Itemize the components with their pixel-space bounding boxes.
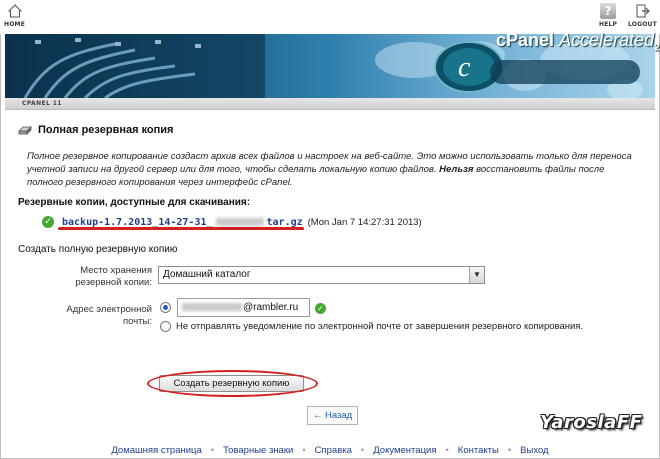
backup-date: (Mon Jan 7 14:27:31 2013) bbox=[307, 216, 422, 228]
footer-separator: • bbox=[360, 444, 365, 456]
email-label: Адрес электронной почты: bbox=[66, 304, 152, 327]
help-icon: ? bbox=[600, 3, 617, 19]
location-label: Место хранения резервной копии: bbox=[75, 265, 152, 288]
logout-nav[interactable]: LOGOUT bbox=[628, 3, 657, 28]
logout-icon bbox=[634, 3, 651, 19]
backup-location-select[interactable]: Домашний каталог ▼ bbox=[158, 266, 485, 284]
footer-links: Домашняя страница • Товарные знаки • Спр… bbox=[0, 441, 660, 459]
page-heading: Полная резервная копия bbox=[18, 124, 173, 136]
footer-link-logout[interactable]: Выход bbox=[520, 445, 548, 456]
cpanel-version-label: CPANEL 11 bbox=[22, 100, 62, 107]
backup-file-suffix: tar.gz bbox=[266, 216, 303, 228]
email-field[interactable]: @rambler.ru bbox=[177, 298, 310, 317]
backup-file-prefix: backup-1.7.2013_14-27-31_ bbox=[62, 216, 213, 228]
footer-link-docs[interactable]: Документация bbox=[373, 445, 436, 456]
cpanel-logo: cPanel Accelerated2 bbox=[496, 30, 660, 54]
network-cables-graphic bbox=[5, 34, 265, 98]
no-notify-radio[interactable] bbox=[160, 321, 171, 332]
home-label: HOME bbox=[4, 21, 25, 28]
backup-drive-icon bbox=[18, 126, 32, 135]
home-icon bbox=[6, 3, 23, 19]
footer-link-home[interactable]: Домашняя страница bbox=[111, 445, 201, 456]
page-description: Полное резервное копирование создаст арх… bbox=[27, 150, 639, 189]
create-backup-button[interactable]: Создать резервную копию bbox=[159, 375, 304, 392]
no-notify-label: Не отправлять уведомление по электронной… bbox=[176, 321, 584, 332]
help-nav[interactable]: ? HELP bbox=[599, 3, 617, 28]
svg-text:c: c bbox=[458, 52, 471, 83]
backup-ready-check-icon: ✓ bbox=[42, 216, 54, 228]
redacted-email-user bbox=[182, 303, 242, 312]
backup-download-link[interactable]: backup-1.7.2013_14-27-31_ tar.gz bbox=[62, 217, 303, 228]
logo-accelerated-text: Accelerated bbox=[559, 30, 655, 50]
create-backup-title: Создать полную резервную копию bbox=[18, 244, 178, 255]
footer-link-help[interactable]: Справка bbox=[315, 445, 352, 456]
footer-separator: • bbox=[507, 444, 512, 456]
available-backups-title: Резервные копии, доступные для скачивани… bbox=[18, 197, 251, 208]
footer-link-contacts[interactable]: Контакты bbox=[458, 445, 499, 456]
logout-label: LOGOUT bbox=[628, 21, 657, 28]
backup-location-value: Домашний каталог bbox=[163, 269, 251, 280]
logo-version-text: 2 bbox=[654, 42, 660, 54]
footer-separator: • bbox=[210, 444, 215, 456]
help-label: HELP bbox=[599, 21, 618, 28]
top-bar: HOME ? HELP LOGOUT bbox=[0, 0, 660, 34]
watermark: YaroslaFF bbox=[540, 412, 643, 433]
footer-separator: • bbox=[302, 444, 306, 456]
email-notify-radio[interactable] bbox=[160, 302, 171, 313]
nav-strip bbox=[5, 98, 655, 110]
email-valid-check-icon: ✓ bbox=[315, 303, 326, 314]
description-bold: Нельзя bbox=[439, 164, 474, 175]
email-domain: @rambler.ru bbox=[243, 302, 299, 313]
chevron-down-icon[interactable]: ▼ bbox=[469, 267, 484, 283]
back-button[interactable]: ← Назад bbox=[307, 406, 358, 425]
highlight-underline bbox=[58, 227, 304, 230]
logo-cpanel-text: cPanel bbox=[496, 30, 555, 50]
footer-link-trademarks[interactable]: Товарные знаки bbox=[223, 445, 293, 456]
page-title: Полная резервная копия bbox=[38, 124, 174, 136]
home-nav[interactable]: HOME bbox=[4, 3, 25, 28]
redacted-username bbox=[215, 217, 264, 226]
footer-separator: • bbox=[445, 444, 449, 456]
